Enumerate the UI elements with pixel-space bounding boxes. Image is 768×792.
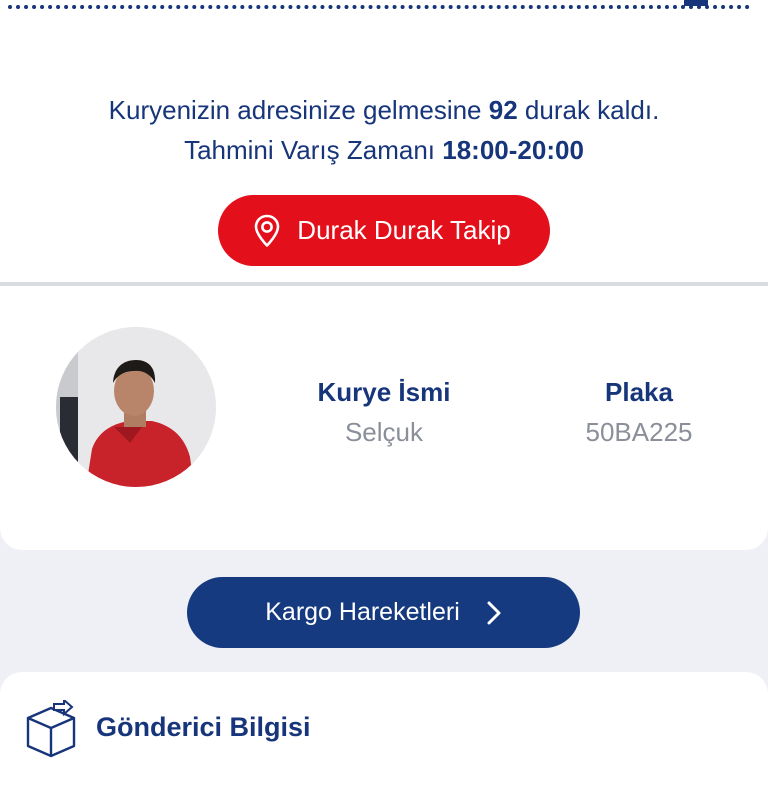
sender-info-title: Gönderici Bilgisi — [96, 712, 311, 742]
eta-text: Tahmini Varış Zamanı 18:00-20:00 — [184, 135, 584, 165]
sender-info-card[interactable]: Gönderici Bilgisi — [0, 672, 768, 792]
courier-name-label: Kurye İsmi — [317, 377, 451, 407]
location-pin-icon — [253, 214, 281, 248]
courier-avatar — [56, 327, 216, 487]
eta-value: 18:00-20:00 — [442, 135, 584, 165]
chevron-right-icon — [486, 600, 502, 626]
plate-label: Plaka — [605, 377, 673, 407]
stops-remaining-count: 92 — [488, 95, 518, 125]
dotted-progress-line — [8, 5, 750, 9]
courier-name-value: Selçuk — [344, 417, 424, 447]
cargo-movements-label: Kargo Hareketleri — [265, 598, 460, 626]
stop-tracking-button[interactable]: Durak Durak Takip — [218, 195, 550, 266]
delivery-status-panel: Kuryenizin adresinize gelmesine 92 durak… — [0, 0, 768, 282]
stops-remaining-text: Kuryenizin adresinize gelmesine 92 durak… — [108, 95, 660, 125]
cargo-movements-button[interactable]: Kargo Hareketleri — [187, 577, 580, 648]
courier-card: Kurye İsmi Selçuk Plaka 50BA225 — [0, 286, 768, 550]
progress-marker — [684, 0, 708, 6]
plate-value: 50BA225 — [585, 417, 693, 447]
stop-tracking-label: Durak Durak Takip — [297, 215, 511, 245]
box-icon — [24, 697, 78, 765]
